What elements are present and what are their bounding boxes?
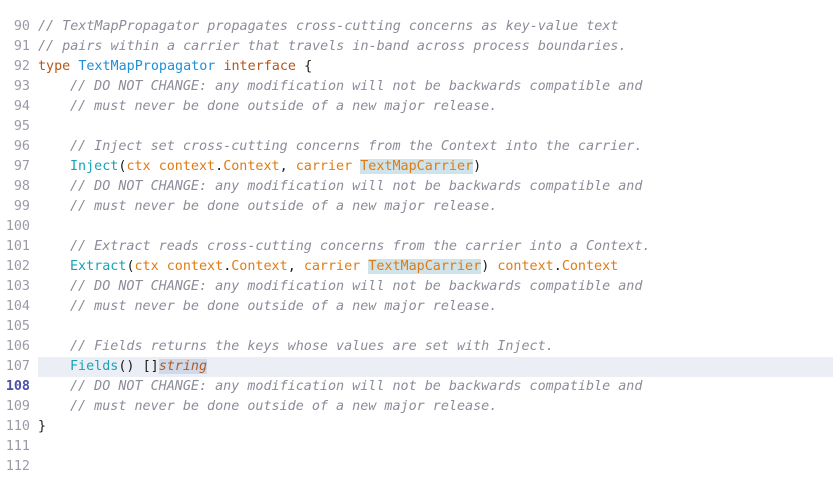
code-line: 98 Inject(ctx context.Context, carrier T… [0, 157, 833, 194]
code-line: 97 // Inject set cross-cutting concerns … [0, 137, 833, 174]
comment: // pairs within a carrier that travels i… [38, 39, 627, 54]
code-line: 96 [0, 117, 833, 154]
code-line: 101 [0, 217, 833, 254]
open-brace: { [304, 59, 313, 74]
code-line: 106 [0, 317, 833, 354]
code-line: 103 Extract(ctx context.Context, carrier… [0, 257, 833, 294]
comment: // must never be done outside of a new m… [70, 99, 498, 114]
comment: // Extract reads cross-cutting concerns … [70, 239, 651, 254]
highlighted-type-reference[interactable]: TextMapCarrier [368, 259, 482, 274]
keyword-type: type [38, 59, 71, 74]
comment: // DO NOT CHANGE: any modification will … [70, 279, 643, 294]
paren: ) [481, 259, 490, 274]
comment: // DO NOT CHANGE: any modification will … [70, 79, 643, 94]
param-name: ctx [134, 259, 159, 274]
return-type-name[interactable]: Context [562, 259, 618, 274]
code-line: 99 // DO NOT CHANGE: any modification wi… [0, 177, 833, 214]
code-line: 107 // Fields returns the keys whose val… [0, 337, 833, 374]
keyword-interface: interface [223, 59, 296, 74]
comma: , [279, 159, 296, 174]
comment: // DO NOT CHANGE: any modification will … [70, 179, 643, 194]
method-name-fields[interactable]: Fields [70, 359, 118, 374]
package-name[interactable]: context [167, 259, 223, 274]
paren: ( [126, 259, 135, 274]
code-line: 95 // must never be done outside of a ne… [0, 97, 833, 134]
line-number: 112 [5, 459, 30, 474]
code-line: 109 // DO NOT CHANGE: any modification w… [0, 377, 833, 414]
code-line: 102 // Extract reads cross-cutting conce… [0, 237, 833, 274]
dot: . [553, 259, 562, 274]
package-name[interactable]: context [497, 259, 553, 274]
code-line: 110 // must never be done outside of a n… [0, 397, 833, 434]
comment: // TextMapPropagator propagates cross-cu… [38, 19, 619, 34]
highlighted-type-reference[interactable]: TextMapCarrier [360, 159, 474, 174]
comment: // Fields returns the keys whose values … [70, 339, 554, 354]
comment: // must never be done outside of a new m… [70, 399, 498, 414]
code-line: 92 // pairs within a carrier that travel… [0, 37, 833, 74]
param-name: carrier [295, 159, 353, 174]
comment: // must never be done outside of a new m… [70, 299, 498, 314]
comment: // Inject set cross-cutting concerns fro… [70, 139, 643, 154]
current-line[interactable]: 108 Fields() []string [0, 357, 833, 394]
interface-name[interactable]: TextMapPropagator [78, 59, 215, 74]
dot: . [215, 159, 224, 174]
param-name: ctx [126, 159, 151, 174]
code-line: 91 // TextMapPropagator propagates cross… [0, 17, 833, 54]
code-line: 90 [0, 0, 833, 34]
comma: , [287, 259, 304, 274]
code-line: 94 // DO NOT CHANGE: any modification wi… [0, 77, 833, 114]
paren: ) [473, 159, 482, 174]
code-line: 93 type TextMapPropagator interface { [0, 57, 833, 94]
method-name-extract[interactable]: Extract [70, 259, 126, 274]
code-line: 105 // must never be done outside of a n… [0, 297, 833, 334]
parens: () [118, 359, 135, 374]
comment: // must never be done outside of a new m… [70, 199, 498, 214]
type-name[interactable]: Context [231, 259, 287, 274]
code-line: 112 [0, 437, 833, 474]
type-name[interactable]: Context [223, 159, 279, 174]
package-name[interactable]: context [159, 159, 215, 174]
code-line: 100 // must never be done outside of a n… [0, 197, 833, 234]
param-name: carrier [303, 259, 361, 274]
slice-brackets: [] [142, 359, 159, 374]
code-editor[interactable]: 90 91 // TextMapPropagator propagates cr… [0, 0, 833, 474]
method-name-inject[interactable]: Inject [70, 159, 118, 174]
comment: // DO NOT CHANGE: any modification will … [70, 379, 643, 394]
close-brace: } [38, 419, 47, 434]
code-line: 111 } [0, 417, 833, 454]
return-type-string[interactable]: string [158, 359, 208, 374]
code-line: 104 // DO NOT CHANGE: any modification w… [0, 277, 833, 314]
